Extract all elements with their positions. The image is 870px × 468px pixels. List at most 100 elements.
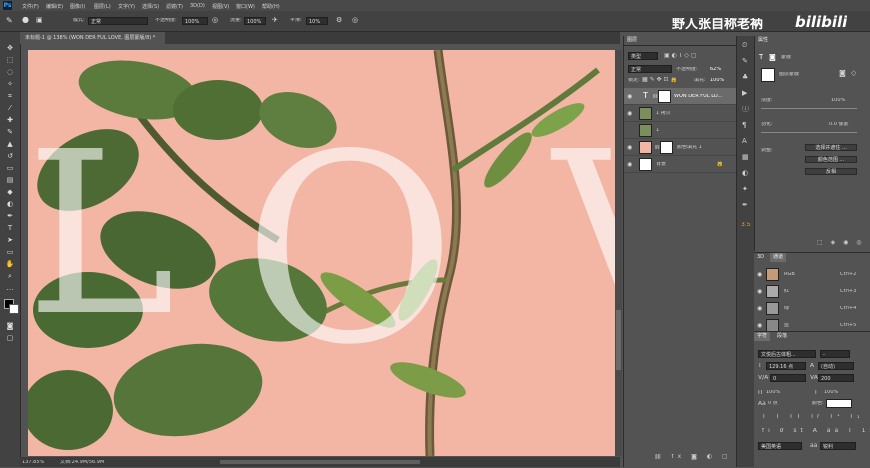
layer-row-1[interactable]: 1 — [624, 122, 736, 139]
visibility-eye-icon[interactable]: ◉ — [757, 288, 762, 295]
blur-tool-icon[interactable]: ◆ — [5, 188, 15, 196]
path-select-tool-icon[interactable]: ➤ — [5, 236, 15, 244]
menu-help[interactable]: 帮助(H) — [262, 3, 280, 10]
brush-tool-icon[interactable]: ✎ — [6, 17, 13, 25]
lock-icons[interactable]: ▦ ✎ ✥ ⊡ 🔒 — [642, 77, 678, 83]
faux-style-icons[interactable]: T T TT Tr T¹ T₁ T T — [762, 414, 870, 420]
tab-character[interactable]: 字符 — [754, 332, 771, 341]
history-brush-icon[interactable]: ↺ — [5, 152, 15, 160]
layer-kind-filter[interactable]: 类型 — [628, 52, 658, 60]
tab-paragraph[interactable]: 段落 — [774, 332, 790, 341]
paths-icon[interactable]: ✒ — [742, 202, 748, 209]
layer-row-background[interactable]: ◉ 背景 🔒 — [624, 156, 736, 173]
density-value[interactable]: 100% — [831, 98, 845, 103]
actions-icon[interactable]: ▶ — [742, 90, 747, 97]
tab-3d[interactable]: 3D — [754, 253, 767, 262]
adjustments-icon[interactable]: ◐ — [742, 170, 748, 177]
menu-3d[interactable]: 3D(D) — [190, 3, 205, 9]
background-color-swatch[interactable] — [9, 304, 19, 314]
canvas[interactable]: L O V — [28, 50, 615, 456]
pen-tool-icon[interactable]: ✒ — [5, 212, 15, 220]
layer-name[interactable]: 1 — [656, 128, 659, 133]
channel-row[interactable]: ◉ 红 Ctrl+3 — [754, 283, 864, 299]
app-logo[interactable]: Ps — [3, 1, 12, 10]
menu-view[interactable]: 视图(V) — [212, 3, 229, 10]
select-and-mask-button[interactable]: 选择并遮住 ... — [805, 144, 857, 151]
language-select[interactable]: 美国英语 — [758, 442, 802, 450]
density-slider[interactable] — [761, 108, 857, 109]
layer-row-copy[interactable]: ◉ 1 拷贝 — [624, 105, 736, 122]
font-family-select[interactable]: 文悦后古体粗... — [758, 350, 816, 358]
vector-mask-icon[interactable]: ◇ — [851, 70, 856, 77]
visibility-eye-icon[interactable]: ◉ — [627, 144, 632, 151]
tab-properties[interactable]: 属性 — [755, 36, 771, 45]
pressure-size-icon[interactable]: ◎ — [352, 17, 358, 24]
menu-file[interactable]: 文件(F) — [22, 3, 39, 10]
fill-value[interactable]: 100% — [710, 78, 724, 83]
lasso-tool-icon[interactable]: ◌ — [5, 68, 15, 76]
feather-value[interactable]: 0.0 像素 — [829, 122, 849, 127]
invert-button[interactable]: 反相 — [805, 168, 857, 175]
mask-props-icon[interactable]: ◙ — [769, 54, 776, 61]
feather-slider[interactable] — [761, 132, 857, 133]
brush-tool-icon[interactable]: ✎ — [5, 128, 15, 136]
hscale-value[interactable]: 100% — [824, 390, 838, 395]
layer-opacity-value[interactable]: 62% — [710, 67, 721, 72]
smooth-input[interactable]: 10% — [306, 17, 328, 25]
vscale-value[interactable]: 100% — [766, 390, 780, 395]
menu-image[interactable]: 图像(I) — [70, 3, 85, 10]
color-range-button[interactable]: 颜色范围 ... — [805, 156, 857, 163]
airbrush-icon[interactable]: ✈ — [272, 17, 278, 24]
visibility-eye-icon[interactable]: ◉ — [757, 322, 762, 329]
kerning-input[interactable]: 0 — [770, 374, 806, 382]
channel-row[interactable]: ◉ 绿 Ctrl+4 — [754, 300, 864, 316]
hand-tool-icon[interactable]: ✋ — [5, 260, 15, 268]
swatches-icon[interactable]: ▦ — [742, 154, 749, 161]
gradient-tool-icon[interactable]: ▤ — [5, 176, 15, 184]
zoom-level[interactable]: 137.85% — [22, 460, 44, 465]
mask-footer-icons[interactable]: ⬚ ◈ ◉ ◎ 🗑 — [817, 240, 870, 246]
font-style-select[interactable]: - — [820, 350, 850, 358]
screen-mode-icon[interactable]: ▢ — [5, 334, 15, 342]
opentype-icons[interactable]: fi σ st A aa T 1st ½ — [762, 428, 870, 434]
opacity-input[interactable]: 100% — [182, 17, 208, 25]
blend-mode-select[interactable]: 正常 — [628, 65, 672, 73]
layer-row-fill[interactable]: ◉ ⛓ 颜色填充 1 — [624, 139, 736, 156]
visibility-eye-icon[interactable]: ◉ — [757, 271, 762, 278]
visibility-eye-icon[interactable]: ◉ — [757, 305, 762, 312]
menu-edit[interactable]: 编辑(E) — [46, 3, 63, 10]
pixel-mask-icon[interactable]: ◙ — [839, 70, 846, 77]
move-tool-icon[interactable]: ✥ — [5, 44, 15, 52]
pressure-opacity-icon[interactable]: ◎ — [212, 17, 218, 24]
character-icon[interactable]: A — [742, 138, 747, 145]
eraser-tool-icon[interactable]: ▭ — [5, 164, 15, 172]
document-tab[interactable]: 未标题-1 @ 138% (WON DER FUL LOVE, 图层蒙版/8) … — [20, 32, 165, 44]
baseline-value[interactable]: 0 点 — [768, 401, 778, 406]
layer-mask-thumb[interactable] — [658, 90, 671, 103]
quick-select-tool-icon[interactable]: ✧ — [5, 80, 15, 88]
history-icon[interactable]: ⏲ — [742, 42, 747, 49]
brush-settings-icon[interactable]: ▣ — [36, 17, 43, 24]
styles-icon[interactable]: ✦ — [742, 186, 748, 193]
more-tools-icon[interactable]: … — [5, 284, 15, 292]
horizontal-scrollbar[interactable] — [220, 460, 420, 464]
visibility-eye-icon[interactable]: ◉ — [627, 161, 632, 168]
3d-panel-icon[interactable]: 3.5 — [741, 222, 751, 228]
visibility-eye-icon[interactable]: ◉ — [627, 93, 632, 100]
marquee-tool-icon[interactable]: ⬚ — [5, 56, 15, 64]
flow-input[interactable]: 100% — [244, 17, 266, 25]
menu-filter[interactable]: 滤镜(T) — [166, 3, 183, 10]
layer-row-text[interactable]: ◉ T ⛓ WON DER FUL LO... — [624, 88, 736, 105]
brush-preset-icon[interactable]: ● — [22, 16, 29, 24]
antialias-select[interactable]: 锐利 — [820, 442, 856, 450]
tab-layers[interactable]: 图层 — [624, 36, 641, 45]
info-icon[interactable]: ⓘ — [742, 106, 749, 113]
crop-tool-icon[interactable]: ⌗ — [5, 92, 15, 100]
zoom-tool-icon[interactable]: ⌕ — [5, 272, 15, 280]
leading-input[interactable]: (自动) — [818, 362, 854, 370]
layer-mask-thumb[interactable] — [660, 141, 673, 154]
menu-type[interactable]: 文字(Y) — [118, 3, 135, 10]
visibility-eye-icon[interactable]: ◉ — [627, 110, 632, 117]
menu-layer[interactable]: 图层(L) — [94, 3, 111, 10]
stamp-tool-icon[interactable]: ▲ — [5, 140, 15, 148]
